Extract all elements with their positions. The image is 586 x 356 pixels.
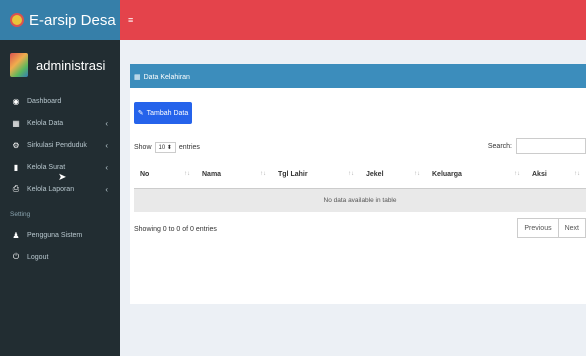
column-header-aksi[interactable]: Aksi ↑↓ [526,162,586,189]
data-table: No ↑↓ Nama ↑↓ Tgl Lahir ↑↓ Jekel ↑↓ Keluarga… [134,162,586,212]
menu-section-header: Setting [10,211,31,218]
column-header-tgl-lahir[interactable]: Tgl Lahir ↑↓ [272,162,360,189]
print-icon: ⎙ [12,184,20,193]
box-title: Data Kelahiran [143,73,190,81]
search-input[interactable] [516,138,586,154]
chevron-left-icon: ‹ [105,140,108,150]
column-header-keluarga[interactable]: Keluarga ↑↓ [426,162,526,189]
gears-icon: ⚙ [12,140,20,150]
table-icon: ▦ [134,74,141,81]
previous-page-button[interactable]: Previous [517,218,559,238]
table-icon: ▦ [12,118,20,128]
column-header-nama[interactable]: Nama ↑↓ [196,162,272,189]
dashboard-icon: ◉ [12,96,20,106]
add-data-button[interactable]: ✎ Tambah Data [134,102,192,124]
sidebar-item-kelola-data[interactable]: ▦ Kelola Data ‹ [0,112,120,134]
user-icon: ♟ [12,230,20,240]
logo-icon [10,13,24,27]
entries-length-control: Show 10 ⬍ entries [134,142,200,153]
user-panel: administrasi [0,40,120,90]
sort-icon: ↑↓ [414,171,420,178]
document-icon: ▮ [13,162,19,172]
pagination: Previous Next [517,218,586,238]
search-label: Search: [487,142,512,150]
brand-title: E-arsip Desa [29,11,116,29]
chevron-left-icon: ‹ [105,162,108,172]
column-header-no[interactable]: No ↑↓ [134,162,196,189]
sort-icon: ↑↓ [574,171,580,178]
table-header-row: No ↑↓ Nama ↑↓ Tgl Lahir ↑↓ Jekel ↑↓ Keluarga… [134,162,586,189]
table-info: Showing 0 to 0 of 0 entries [134,226,217,233]
data-box: ▦ Data Kelahiran ✎ Tambah Data Show 10 ⬍… [130,64,586,304]
sort-icon: ↑↓ [184,171,190,178]
sidebar-item-pengguna-sistem[interactable]: ♟ Pengguna Sistem [0,224,120,246]
column-header-jekel[interactable]: Jekel ↑↓ [360,162,426,189]
sidebar-toggle-icon[interactable]: ≡ [128,15,133,25]
brand-logo[interactable]: E-arsip Desa [0,0,120,40]
sort-icon: ↑↓ [514,171,520,178]
main-content: ▦ Data Kelahiran ✎ Tambah Data Show 10 ⬍… [120,40,586,356]
sidebar: E-arsip Desa administrasi ◉ Dashboard ▦ … [0,0,120,356]
top-navbar: ≡ [120,0,586,40]
table-search: Search: [488,138,586,154]
sort-icon: ↑↓ [348,171,354,178]
empty-table-message: No data available in table [134,188,586,212]
sidebar-item-logout[interactable]: ⏻ Logout [0,246,120,268]
box-header: ▦ Data Kelahiran [130,66,586,88]
sidebar-item-sirkulasi-penduduk[interactable]: ⚙ Sirkulasi Penduduk ‹ [0,134,120,156]
power-icon: ⏻ [12,252,20,261]
mouse-cursor-icon: ➤ [58,172,67,183]
entries-select[interactable]: 10 ⬍ [154,142,176,153]
user-name: administrasi [36,57,106,73]
next-page-button[interactable]: Next [557,218,586,238]
sort-icon: ↑↓ [260,171,266,178]
sidebar-item-dashboard[interactable]: ◉ Dashboard [0,90,120,112]
avatar [10,53,28,77]
table-row: No data available in table [134,188,586,212]
chevron-left-icon: ‹ [105,118,108,128]
edit-icon: ✎ [137,110,144,117]
chevron-left-icon: ‹ [105,184,108,194]
